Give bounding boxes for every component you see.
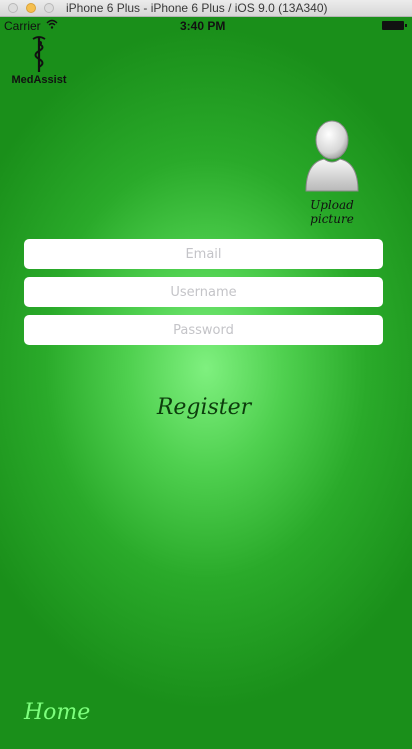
logo-text: MedAssist xyxy=(11,74,67,86)
window-title: iPhone 6 Plus - iPhone 6 Plus / iOS 9.0 … xyxy=(66,1,328,15)
minimize-window-button[interactable] xyxy=(26,3,36,13)
status-bar: Carrier 3:40 PM xyxy=(0,17,412,37)
battery-icon xyxy=(382,21,407,30)
password-field[interactable] xyxy=(24,315,383,345)
app-screen: Carrier 3:40 PM MedAssist Upload picture… xyxy=(0,17,412,749)
carrier-label: Carrier xyxy=(4,19,41,33)
simulator-titlebar: iPhone 6 Plus - iPhone 6 Plus / iOS 9.0 … xyxy=(0,0,412,17)
email-field[interactable] xyxy=(24,239,383,269)
username-field[interactable] xyxy=(24,277,383,307)
close-window-button[interactable] xyxy=(8,3,18,13)
status-time: 3:40 PM xyxy=(180,19,226,33)
upload-picture-button[interactable]: Upload picture xyxy=(292,119,372,226)
zoom-window-button[interactable] xyxy=(44,3,54,13)
register-button[interactable]: Register xyxy=(146,395,262,420)
caduceus-icon xyxy=(8,35,70,73)
home-link[interactable]: Home xyxy=(24,700,90,725)
upload-picture-label: Upload picture xyxy=(310,198,354,226)
user-avatar-icon xyxy=(302,120,362,199)
medassist-logo: MedAssist xyxy=(8,35,70,86)
wifi-icon xyxy=(46,19,58,32)
